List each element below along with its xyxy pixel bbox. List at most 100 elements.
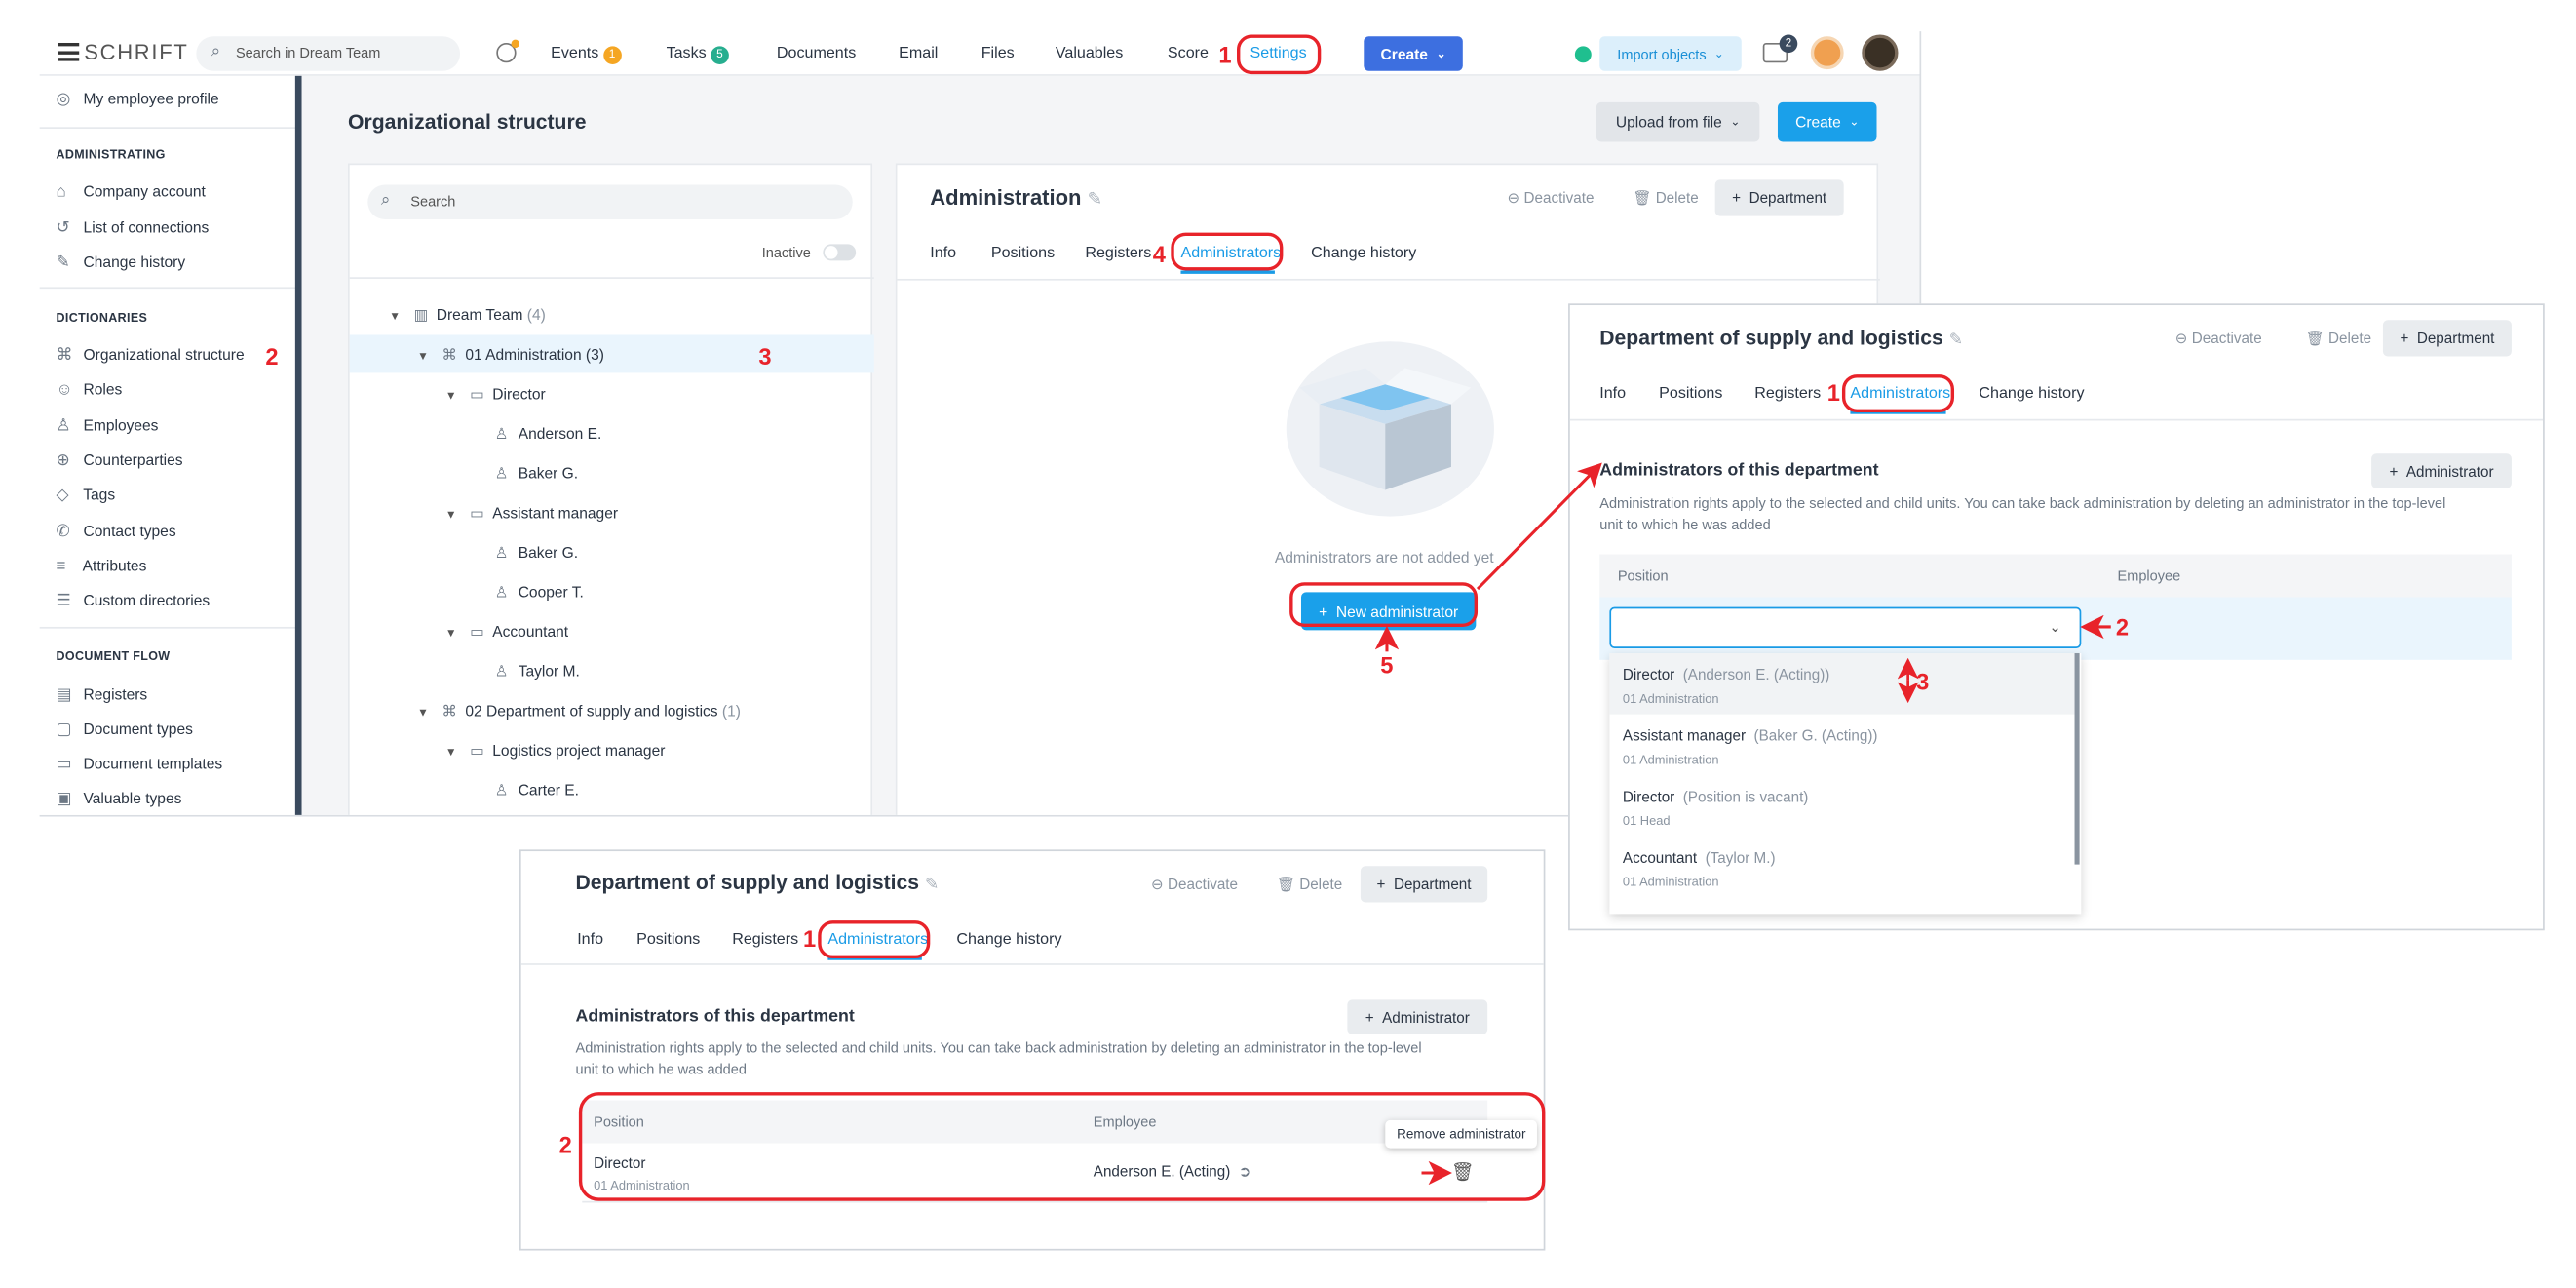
phone-icon: ✆ [56,523,70,541]
chevron-down-icon: ⌄ [2049,618,2061,636]
tree-node-accountant[interactable]: ▼ ▭ Accountant [445,624,568,643]
empty-state-text: Administrators are not added yet [1274,549,1494,566]
panel2-add-administrator-button[interactable]: + Administrator [2371,453,2512,488]
nav-email[interactable]: Email [899,45,938,63]
panel3-add-administrator-button[interactable]: + Administrator [1347,999,1488,1034]
briefcase-icon: ▭ [470,385,484,403]
tree-node-assistant-manager[interactable]: ▼ ▭ Assistant manager [445,505,618,524]
inactive-toggle[interactable] [823,244,857,261]
tab-registers[interactable]: Registers [1085,244,1151,262]
sidebar-item-document-types[interactable]: ▢ Document types [57,721,193,739]
panel3-tab-registers[interactable]: Registers [732,930,798,949]
annotation-settings-box [1237,34,1322,75]
option-unit: 01 Administration [1622,874,1719,889]
building-icon: ▥ [413,306,429,324]
panel2-tab-info[interactable]: Info [1599,384,1626,403]
sidebar-item-attributes[interactable]: ≡ Attributes [57,558,147,576]
add-department-button[interactable]: + Department [1714,179,1844,216]
sidebar-item-registers[interactable]: ▤ Registers [57,686,148,705]
tree-node-anderson[interactable]: ♙ Anderson E. [495,426,602,445]
sidebar-item-valuable-types[interactable]: ▣ Valuable types [57,790,182,808]
caret-down-icon: ▼ [417,351,429,364]
position-option[interactable]: Director (Position is vacant) 01 Head [1609,775,2074,837]
tree-search[interactable]: ⌕ Search [367,184,853,220]
status-dot [1574,46,1592,63]
sidebar-item-contact-types[interactable]: ✆ Contact types [57,523,176,541]
import-label: Import objects [1617,45,1707,62]
company-avatar[interactable] [1810,36,1844,70]
hamburger-icon[interactable] [58,42,80,61]
tree-node-baker-1[interactable]: ♙ Baker G. [495,465,578,484]
panel3-tab-change-history[interactable]: Change history [956,930,1061,949]
panel2-tab-change-history[interactable]: Change history [1979,384,2084,403]
sidebar-label: Valuable types [83,790,182,807]
tree-node-02-supply[interactable]: ▼ ⌘ 02 Department of supply and logistics … [417,703,741,722]
events-badge: 1 [602,46,622,64]
tree-node-taylor[interactable]: ♙ Taylor M. [495,663,580,682]
nav-tasks[interactable]: Tasks 5 [667,45,729,64]
panel3-delete-button[interactable]: 🗑 Delete [1277,876,1343,894]
tab-change-history[interactable]: Change history [1311,244,1416,262]
position-select[interactable]: ⌄ [1609,606,2082,648]
options-scrollbar[interactable] [2074,653,2080,865]
pencil-icon[interactable]: ✎ [925,876,939,894]
pencil-icon[interactable]: ✎ [1949,332,1963,350]
tree-node-carter[interactable]: ♙ Carter E. [495,782,579,800]
chevron-down-icon: ⌄ [1713,48,1724,60]
tree-node-baker-2[interactable]: ♙ Baker G. [495,544,578,563]
minus-circle-icon: ⊖ [1507,189,1520,207]
deactivate-button[interactable]: ⊖ Deactivate [1507,190,1594,209]
panel2-tab-registers[interactable]: Registers [1754,384,1821,403]
tree-node-cooper[interactable]: ♙ Cooper T. [495,584,584,603]
panel3-tab-positions[interactable]: Positions [636,930,700,949]
annotation-panel3-tab-box [818,920,931,959]
pencil-icon[interactable]: ✎ [1088,190,1103,210]
user-avatar[interactable] [1862,34,1899,71]
tab-info[interactable]: Info [930,244,956,262]
nav-score[interactable]: Score [1168,45,1209,63]
sidebar-item-organizational-structure[interactable]: ⌘ Organizational structure [57,346,245,365]
tree-node-director[interactable]: ▼ ▭ Director [445,386,546,405]
tab-positions[interactable]: Positions [991,244,1055,262]
sidebar-item-tags[interactable]: ◇ Tags [57,487,116,505]
notifications-icon[interactable] [496,39,519,63]
briefcase-icon: ▭ [470,742,484,760]
tree-node-dream-team[interactable]: ▼ ▥ Dream Team (4) [389,307,545,326]
global-search[interactable]: ⌕ Search in Dream Team [196,36,461,71]
sidebar-item-list-of-connections[interactable]: ↺ List of connections [57,219,210,238]
nav-events[interactable]: Events 1 [551,45,622,64]
sidebar-item-counterparties[interactable]: ⊕ Counterparties [57,452,183,471]
sidebar-scrollbar[interactable] [294,75,302,815]
delete-button[interactable]: 🗑 Delete [1633,190,1699,209]
sidebar-item-roles[interactable]: ☺ Roles [57,381,123,400]
panel3-deactivate-button[interactable]: ⊖ Deactivate [1151,876,1238,894]
position-option[interactable]: Assistant manager (Baker G. (Acting)) 01… [1609,715,2074,776]
create-button-main[interactable]: Create ⌄ [1777,101,1877,142]
panel2-delete-button[interactable]: 🗑 Delete [2305,330,2371,348]
panel2-add-department-button[interactable]: + Department [2382,320,2512,357]
tree-panel: ⌕ Search Inactive ▼ ▥ Dream Team (4) ▼ ⌘ 01 … [348,163,874,815]
sidebar-my-profile[interactable]: ◎ My employee profile [57,91,219,109]
annotation-panel2-tab-box [1841,374,1955,412]
position-option[interactable]: Accountant (Taylor M.) 01 Administration [1609,837,2074,898]
sidebar-item-change-history[interactable]: ✎ Change history [57,254,186,273]
panel3-add-department-button[interactable]: + Department [1360,866,1488,903]
nav-documents[interactable]: Documents [777,45,856,63]
panel2-deactivate-button[interactable]: ⊖ Deactivate [2175,330,2262,348]
nav-valuables[interactable]: Valuables [1056,45,1123,63]
briefcase-badge: 2 [1779,34,1798,54]
tree-node-01-administration[interactable]: ▼ ⌘ 01 Administration (3) [417,346,604,365]
sidebar-item-custom-directories[interactable]: ☰ Custom directories [57,592,211,610]
list-icon: ☰ [56,592,71,611]
position-option[interactable]: Director (Anderson E. (Acting)) 01 Admin… [1609,653,2075,715]
nav-files[interactable]: Files [981,45,1015,63]
tree-node-logistics-manager[interactable]: ▼ ▭ Logistics project manager [445,742,666,761]
sidebar-item-employees[interactable]: ♙ Employees [57,417,159,436]
panel3-tab-info[interactable]: Info [577,930,603,949]
upload-from-file-button[interactable]: Upload from file ⌄ [1596,101,1760,142]
sidebar-item-document-templates[interactable]: ▭ Document templates [57,756,223,774]
create-button-top[interactable]: Create ⌄ [1364,36,1463,71]
import-objects-button[interactable]: Import objects ⌄ [1599,36,1742,71]
sidebar-item-company-account[interactable]: ⌂ Company account [57,183,206,202]
panel2-tab-positions[interactable]: Positions [1659,384,1722,403]
